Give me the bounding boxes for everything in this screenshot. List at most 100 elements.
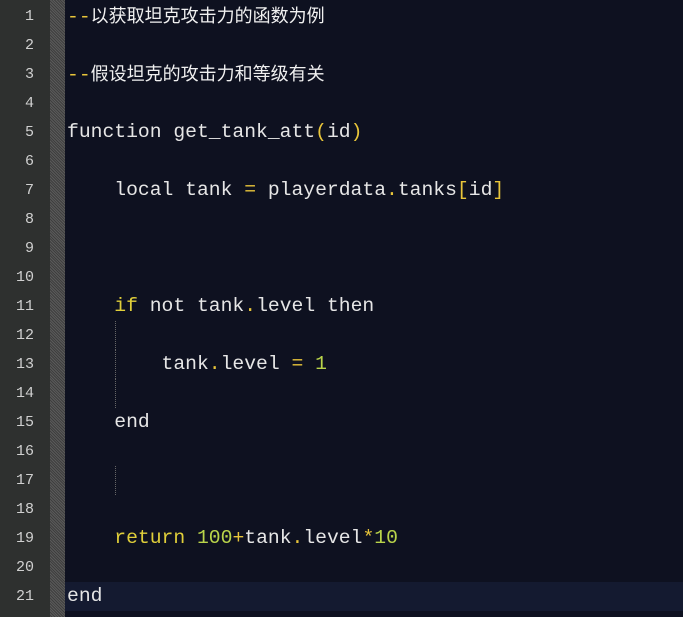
line-text xyxy=(65,147,683,176)
token-punc: . xyxy=(291,527,304,549)
code-line[interactable]: 6 xyxy=(0,147,683,176)
token-plain: level then xyxy=(256,295,375,317)
code-line[interactable]: 11 if not tank.level then xyxy=(0,292,683,321)
code-line[interactable]: 8 xyxy=(0,205,683,234)
line-text xyxy=(65,437,683,466)
line-number: 6 xyxy=(24,153,34,170)
token-punc: * xyxy=(362,527,375,549)
line-number: 15 xyxy=(15,414,34,431)
code-line[interactable]: 3 --假设坦克的攻击力和等级有关 xyxy=(0,60,683,89)
token-plain: level xyxy=(220,353,292,375)
code-line[interactable]: 1 --以获取坦克攻击力的函数为例 xyxy=(0,2,683,31)
code-line[interactable]: 14 xyxy=(0,379,683,408)
token-cjk: 假设坦克的攻击力和等级有关 xyxy=(90,64,325,85)
token-comment: -- xyxy=(67,64,91,86)
line-number: 11 xyxy=(15,298,34,315)
token-num: 100 xyxy=(196,527,233,549)
token-punc: = xyxy=(291,353,304,375)
line-number: 20 xyxy=(15,559,34,576)
line-number: 13 xyxy=(15,356,34,373)
line-number: 17 xyxy=(15,472,34,489)
code-line[interactable]: 4 xyxy=(0,89,683,118)
line-text: --假设坦克的攻击力和等级有关 xyxy=(65,60,683,89)
line-text xyxy=(65,234,683,263)
line-number: 19 xyxy=(15,530,34,547)
token-plain: tank xyxy=(244,527,292,549)
code-line[interactable]: 20 xyxy=(0,553,683,582)
token-cjk: 以获取坦克攻击力的函数为例 xyxy=(90,6,325,27)
token-plain: local tank xyxy=(67,179,245,201)
line-text: end xyxy=(65,582,683,611)
line-number: 21 xyxy=(15,588,34,605)
code-line[interactable]: 9 xyxy=(0,234,683,263)
code-line[interactable]: 17 xyxy=(0,466,683,495)
line-text: function get_tank_att(id) xyxy=(65,118,683,147)
token-plain: playerdata xyxy=(256,179,387,201)
code-line[interactable]: 13 tank.level = 1 xyxy=(0,350,683,379)
line-number: 10 xyxy=(15,269,34,286)
line-text xyxy=(65,89,683,118)
code-line[interactable]: 2 xyxy=(0,31,683,60)
token-plain: id xyxy=(326,121,351,143)
code-line[interactable]: 10 xyxy=(0,263,683,292)
code-line[interactable]: 21 end xyxy=(0,582,683,611)
line-text xyxy=(65,321,683,350)
token-punc: . xyxy=(244,295,257,317)
token-punc: ( xyxy=(315,121,327,143)
token-plain: end xyxy=(67,585,103,607)
token-punc: ) xyxy=(350,121,363,143)
line-number: 1 xyxy=(24,8,34,25)
line-number: 7 xyxy=(24,182,34,199)
token-plain: tank xyxy=(67,353,209,375)
token-punc: . xyxy=(208,353,221,375)
code-line[interactable]: 7 local tank = playerdata.tanks[id] xyxy=(0,176,683,205)
token-punc: [ xyxy=(456,179,469,201)
line-number: 3 xyxy=(24,66,34,83)
code-line[interactable]: 18 xyxy=(0,495,683,524)
code-editor[interactable]: 1 --以获取坦克攻击力的函数为例 2 3 --假设坦克的攻击力和等级有关 4 5 funct… xyxy=(0,2,683,611)
indent-guide xyxy=(115,350,116,379)
line-number: 12 xyxy=(15,327,34,344)
token-num: 1 xyxy=(315,353,327,375)
line-text xyxy=(65,31,683,60)
line-text xyxy=(65,466,683,495)
line-text: if not tank.level then xyxy=(65,292,683,321)
token-plain: function get_tank_att xyxy=(67,121,316,143)
line-number: 4 xyxy=(24,95,34,112)
line-text xyxy=(65,379,683,408)
line-number: 9 xyxy=(24,240,34,257)
line-text: local tank = playerdata.tanks[id] xyxy=(65,176,683,205)
line-number: 5 xyxy=(24,124,34,141)
line-number: 8 xyxy=(24,211,34,228)
line-text xyxy=(65,553,683,582)
line-text: --以获取坦克攻击力的函数为例 xyxy=(65,2,683,31)
code-line[interactable]: 16 xyxy=(0,437,683,466)
line-number: 18 xyxy=(15,501,34,518)
token-comment: -- xyxy=(67,6,91,28)
indent-guide xyxy=(115,321,116,350)
line-text xyxy=(65,263,683,292)
code-line[interactable]: 15 end xyxy=(0,408,683,437)
line-number: 16 xyxy=(15,443,34,460)
token-punc: ] xyxy=(492,179,505,201)
line-text: tank.level = 1 xyxy=(65,350,683,379)
token-plain: not tank xyxy=(137,295,245,317)
line-number: 14 xyxy=(15,385,34,402)
token-plain: end xyxy=(67,411,150,433)
line-text xyxy=(65,205,683,234)
token-num: 10 xyxy=(374,527,398,549)
line-text: end xyxy=(65,408,683,437)
line-text: return 100+tank.level*10 xyxy=(65,524,683,553)
token-punc: . xyxy=(386,179,398,201)
code-line[interactable]: 12 xyxy=(0,321,683,350)
token-punc: + xyxy=(232,527,245,549)
code-line[interactable]: 5 function get_tank_att(id) xyxy=(0,118,683,147)
token-plain: tanks xyxy=(397,179,457,201)
token-plain: level xyxy=(303,527,363,549)
code-line[interactable]: 19 return 100+tank.level*10 xyxy=(0,524,683,553)
token-kw: return xyxy=(114,527,186,549)
